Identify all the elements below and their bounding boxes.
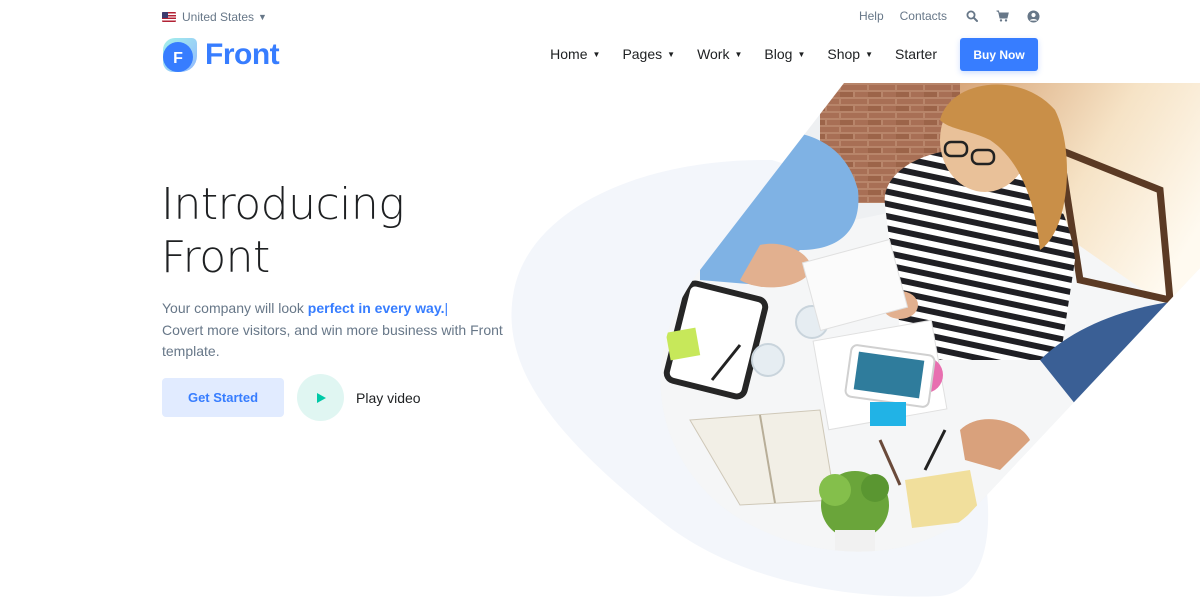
hero-title-line-2: Front — [161, 232, 270, 283]
lead-rest: Covert more visitors, and win more busin… — [162, 321, 503, 360]
lead-text: Your company will look — [162, 300, 308, 316]
lead-highlight: perfect in every way. — [307, 300, 445, 316]
hero-lead: Your company will look perfect in every … — [162, 298, 522, 363]
hero-title-line-1: Introducing — [161, 179, 405, 230]
get-started-button[interactable]: Get Started — [162, 378, 284, 417]
play-video-label: Play video — [356, 389, 421, 406]
hero-title: Introducing Front — [161, 178, 405, 284]
play-video-button[interactable]: Play video — [297, 374, 421, 421]
play-icon[interactable] — [297, 374, 344, 421]
typing-cursor: | — [444, 300, 449, 316]
